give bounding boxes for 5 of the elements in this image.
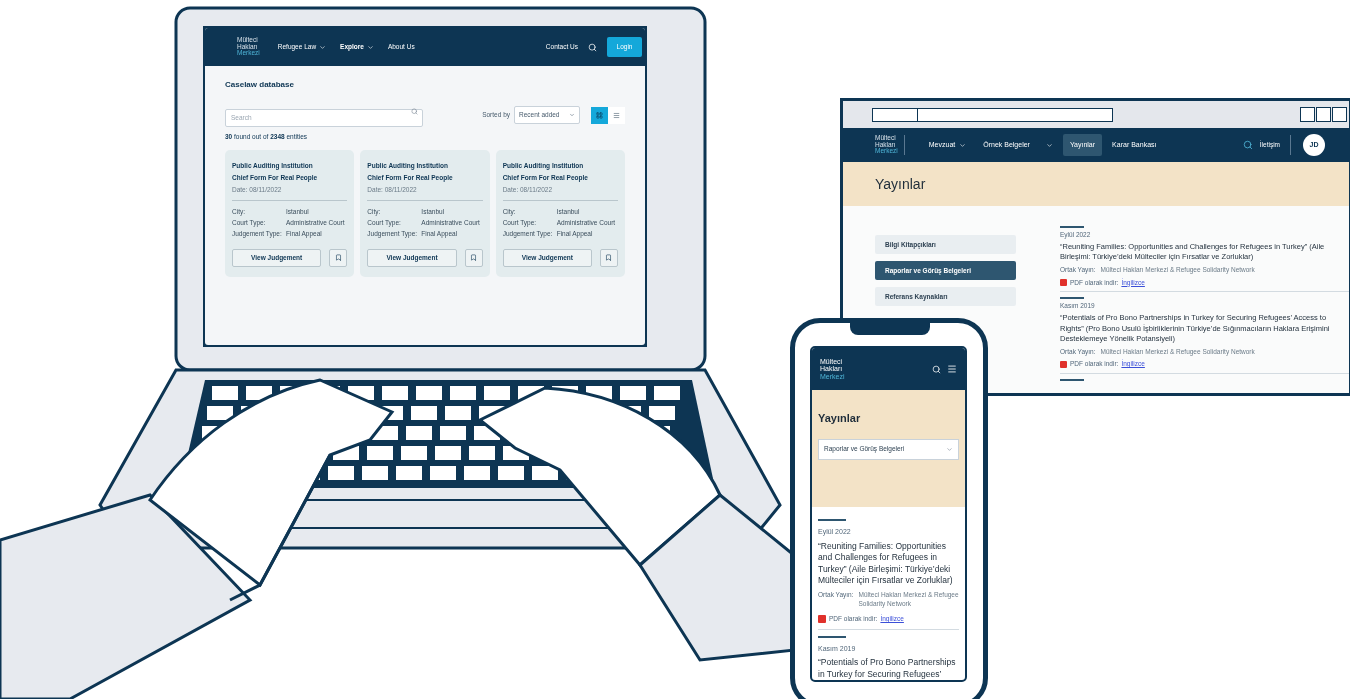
publication-title[interactable]: “Reuniting Families: Opportunities and Challenges for Refugees in Turkey” (Aile Birleşimi: Türkiye’deki Mülteciler için Fırsatlar ve Zorluklar) bbox=[818, 540, 959, 587]
publication-title[interactable]: “Potentials of Pro Bono Partnerships in Turkey for Securing Refugees’ bbox=[818, 657, 959, 680]
page-heading: Yayınlar bbox=[818, 411, 862, 426]
page-title: Caselaw database bbox=[225, 79, 295, 91]
page-heading: Yayınlar bbox=[875, 174, 926, 194]
